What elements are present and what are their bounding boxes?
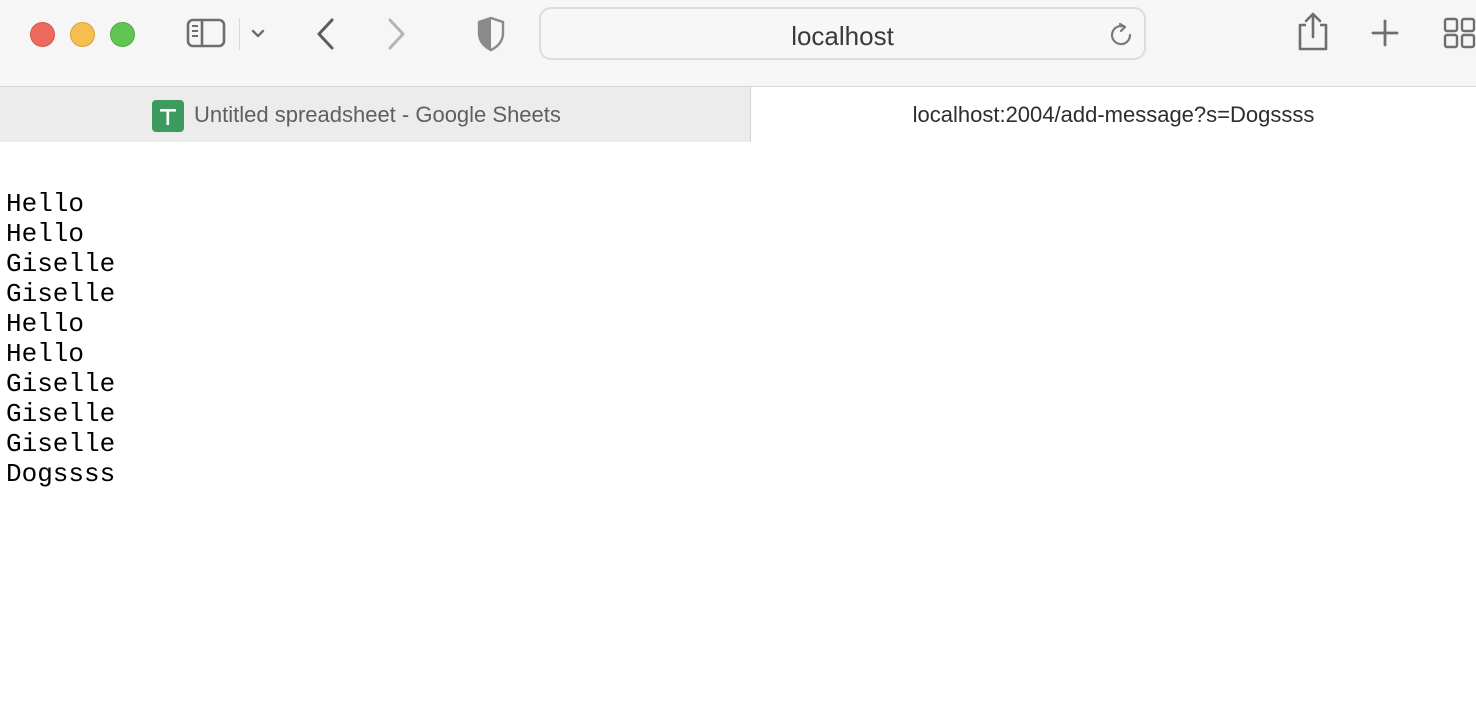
- minimize-window-button[interactable]: [70, 22, 95, 47]
- toolbar-divider: [239, 18, 240, 50]
- chevron-left-icon[interactable]: [310, 14, 340, 54]
- message-line: Dogssss: [6, 459, 116, 489]
- message-line: Giselle: [6, 369, 116, 399]
- grid-icon[interactable]: [1442, 16, 1476, 50]
- maximize-window-button[interactable]: [110, 22, 135, 47]
- plus-icon[interactable]: [1368, 16, 1402, 50]
- reload-icon[interactable]: [1108, 22, 1134, 53]
- tab-localhost[interactable]: localhost:2004/add-message?s=Dogssss: [751, 87, 1476, 142]
- message-line: Hello: [6, 309, 85, 339]
- chevron-down-icon[interactable]: [248, 24, 268, 44]
- tab-bar: Untitled spreadsheet - Google Sheets loc…: [0, 86, 1476, 142]
- message-line: Giselle: [6, 429, 116, 459]
- share-icon[interactable]: [1294, 10, 1332, 54]
- message-line: Giselle: [6, 279, 116, 309]
- address-text: localhost: [791, 21, 894, 51]
- tab-google-sheets[interactable]: Untitled spreadsheet - Google Sheets: [0, 87, 751, 142]
- chevron-right-icon[interactable]: [382, 14, 412, 54]
- message-line: Giselle: [6, 399, 116, 429]
- message-line: Hello: [6, 219, 85, 249]
- message-line: Giselle: [6, 249, 116, 279]
- tab-title: Untitled spreadsheet - Google Sheets: [194, 102, 561, 127]
- tab-title: localhost:2004/add-message?s=Dogssss: [912, 102, 1315, 127]
- close-window-button[interactable]: [30, 22, 55, 47]
- address-bar[interactable]: localhost: [539, 7, 1146, 60]
- message-line: Hello: [6, 339, 85, 369]
- message-line: Hello: [6, 189, 85, 219]
- google-sheets-icon: [152, 100, 184, 132]
- sidebar-icon[interactable]: [184, 16, 228, 50]
- browser-toolbar: localhost: [0, 0, 1476, 86]
- shield-icon[interactable]: [474, 14, 508, 54]
- page-content: Hello Hello Giselle Giselle Hello Hello Gisell…: [6, 189, 115, 489]
